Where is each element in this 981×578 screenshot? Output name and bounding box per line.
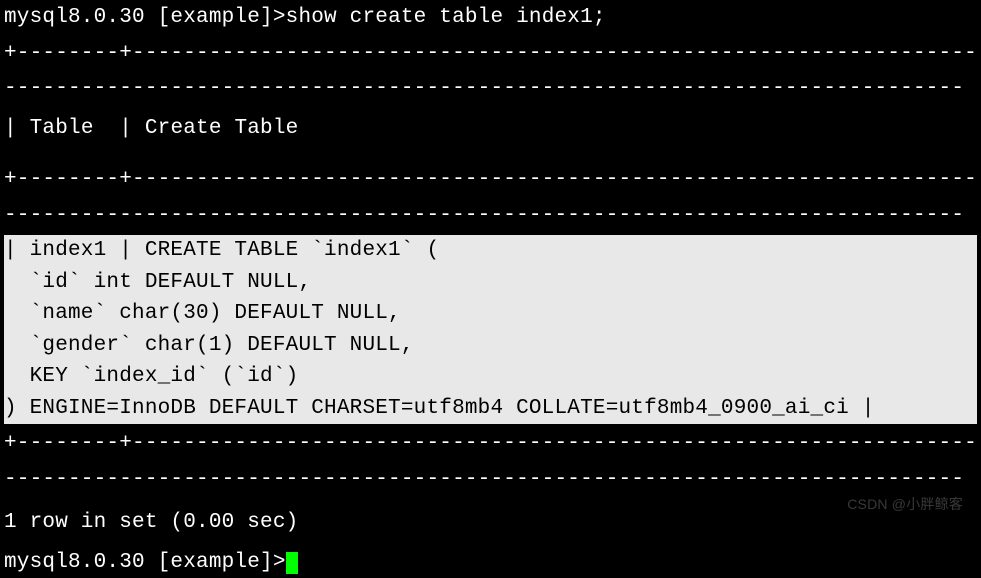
prompt-line-2[interactable]: mysql8.0.30 [example]> <box>4 547 977 578</box>
table-border-top-cont: ----------------------------------------… <box>4 73 977 105</box>
sql-command: show create table index1; <box>286 6 606 29</box>
table-border-top: +--------+------------------------------… <box>4 38 977 70</box>
table-border-bot-cont: ----------------------------------------… <box>4 464 977 496</box>
table-border-mid: +--------+------------------------------… <box>4 164 977 196</box>
ddl-line-1: | index1 | CREATE TABLE `index1` ( <box>4 235 977 267</box>
ddl-line-3: `name` char(30) DEFAULT NULL, <box>4 298 977 330</box>
ddl-line-2: `id` int DEFAULT NULL, <box>4 267 977 299</box>
column-header-table: Table <box>30 117 94 140</box>
table-border-mid-cont: ----------------------------------------… <box>4 200 977 232</box>
prompt-line-1[interactable]: mysql8.0.30 [example]>show create table … <box>4 2 977 34</box>
prompt-prefix: mysql8.0.30 [example]> <box>4 6 286 29</box>
ddl-line-5: KEY `index_id` (`id`) <box>4 361 977 393</box>
column-header-create-table: Create Table <box>145 117 299 140</box>
ddl-line-4: `gender` char(1) DEFAULT NULL, <box>4 330 977 362</box>
rows-message: 1 row in set (0.00 sec) <box>4 507 977 539</box>
table-border-bot: +--------+------------------------------… <box>4 428 977 460</box>
cursor <box>286 552 298 574</box>
table-header-row: | Table | Create Table <box>4 113 977 145</box>
prompt-prefix-2: mysql8.0.30 [example]> <box>4 551 286 574</box>
ddl-line-6: ) ENGINE=InnoDB DEFAULT CHARSET=utf8mb4 … <box>4 393 977 425</box>
